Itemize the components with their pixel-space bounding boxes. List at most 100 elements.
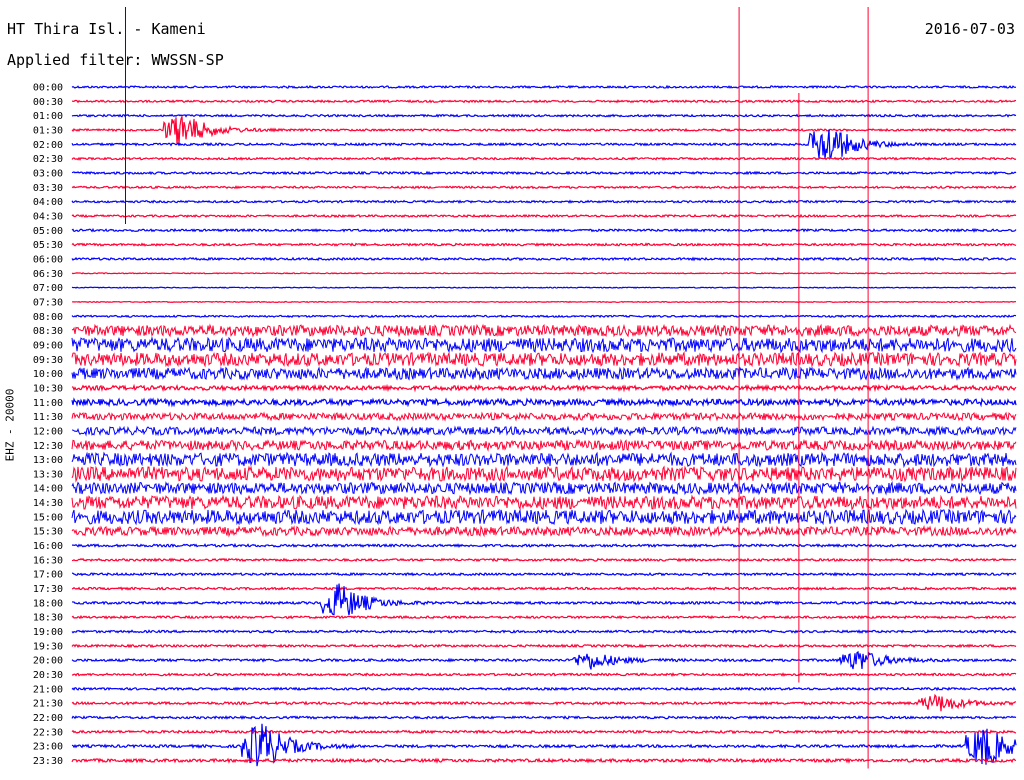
row-label: 08:00 [33,312,63,323]
trace-0030 [71,99,1017,104]
trace-1830 [71,614,1017,620]
row-label: 20:00 [33,656,63,667]
filter-label: Applied filter: WWSSN-SP [7,51,224,69]
trace-1930 [71,643,1017,649]
trace-1030 [71,383,1017,393]
row-label: 07:00 [33,283,63,294]
trace-1330 [71,465,1017,483]
row-label: 17:30 [33,584,63,595]
row-label: 23:30 [33,756,63,767]
row-label: 08:30 [33,326,63,337]
trace-1430 [71,494,1017,511]
trace-1300 [71,451,1017,469]
row-label: 22:00 [33,713,63,724]
trace-1130 [71,411,1017,422]
row-label: 14:30 [33,498,63,509]
row-label: 10:00 [33,369,63,380]
trace-0800 [71,314,1017,319]
trace-lines [71,84,1017,767]
row-label: 03:30 [33,183,63,194]
seismogram-chart: 00:00 00:30 01:00 01:30 02:00 02:30 03:00 03:30… [33,7,1017,769]
row-label: 09:00 [33,340,63,351]
trace-0700 [71,286,1017,289]
station-title: HT Thira Isl. - Kameni [7,20,206,38]
channel-axis-label: EHZ - 20000 [3,388,17,462]
row-label: 02:00 [33,140,63,151]
trace-0100 [71,113,1017,118]
trace-1730 [71,586,1017,591]
row-label: 09:30 [33,355,63,366]
row-label: 11:30 [33,412,63,423]
trace-0230 [71,156,1017,161]
row-label: 06:00 [33,254,63,265]
trace-0000 [71,84,1017,90]
trace-1230 [71,438,1017,452]
row-label: 05:00 [33,226,63,237]
trace-1700 [71,571,1017,577]
row-label: 13:30 [33,469,63,480]
trace-2100 [71,686,1017,692]
trace-0330 [71,185,1017,190]
trace-1100 [71,396,1017,408]
trace-0130 [71,116,1017,145]
row-label: 01:30 [33,125,63,136]
trace-0430 [71,213,1017,219]
row-label: 11:00 [33,398,63,409]
trace-0600 [71,256,1017,262]
row-label: 19:30 [33,641,63,652]
date-label: 2016-07-03 [924,20,1015,38]
trace-1600 [72,542,1017,549]
trace-0630 [71,272,1017,275]
trace-0900 [71,336,1017,354]
row-label: 13:00 [33,455,63,466]
trace-2230 [71,729,1017,735]
row-label: 21:30 [33,699,63,710]
row-label: 19:00 [33,627,63,638]
trace-0400 [71,199,1017,204]
trace-2330 [71,757,1017,764]
row-label: 06:30 [33,269,63,280]
trace-0200 [71,129,1017,161]
trace-1900 [71,629,1017,634]
row-label: 05:30 [33,240,63,251]
row-label: 22:30 [33,727,63,738]
trace-2200 [71,715,1017,721]
row-time-labels: 00:00 00:30 01:00 01:30 02:00 02:30 03:00 03:30… [33,83,63,768]
trace-1530 [71,524,1017,538]
row-label: 12:00 [33,426,63,437]
trace-1500 [71,508,1017,526]
trace-2130 [71,693,1017,712]
row-label: 14:00 [33,484,63,495]
row-label: 21:00 [33,684,63,695]
row-label: 15:30 [33,527,63,538]
trace-1000 [71,366,1017,381]
trace-2000 [71,650,1017,670]
trace-0500 [71,227,1017,233]
trace-0930 [71,350,1017,368]
row-label: 16:00 [33,541,63,552]
row-label: 07:30 [33,297,63,308]
trace-0830 [71,323,1017,338]
trace-2030 [71,672,1017,677]
trace-1400 [71,481,1017,496]
row-label: 01:00 [33,111,63,122]
row-label: 18:00 [33,598,63,609]
row-label: 04:00 [33,197,63,208]
row-label: 16:30 [33,555,63,566]
row-label: 04:30 [33,211,63,222]
row-label: 00:30 [33,97,63,108]
trace-0530 [71,242,1017,247]
row-label: 17:00 [33,570,63,581]
row-label: 23:00 [33,742,63,753]
trace-1200 [71,425,1017,437]
row-label: 00:00 [33,83,63,94]
row-label: 12:30 [33,441,63,452]
trace-0730 [71,300,1017,304]
row-label: 18:30 [33,613,63,624]
row-label: 15:00 [33,512,63,523]
row-label: 02:30 [33,154,63,165]
row-label: 10:30 [33,383,63,394]
row-label: 20:30 [33,670,63,681]
row-label: 03:00 [33,168,63,179]
trace-0300 [71,170,1017,176]
